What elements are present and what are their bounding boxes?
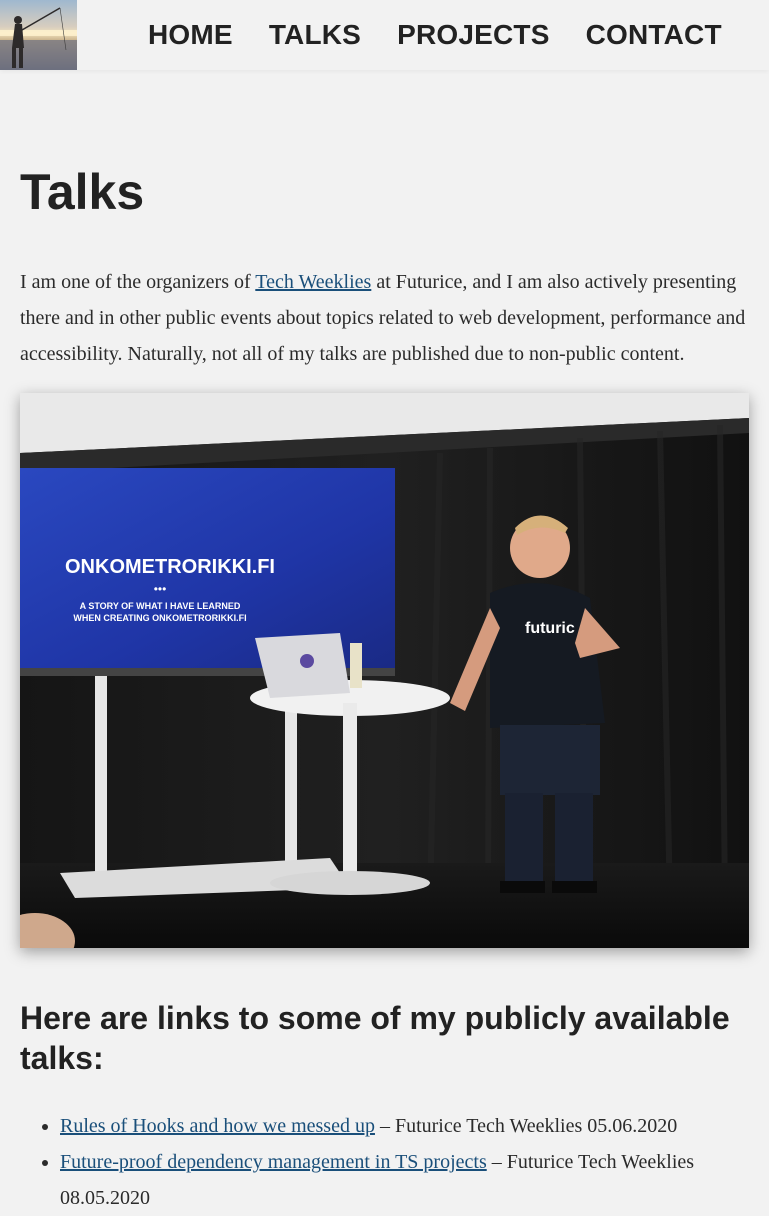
talk-meta: – Futurice Tech Weeklies 05.06.2020 (374, 1115, 678, 1137)
talk-link-dependency-management[interactable]: Future-proof dependency management in TS… (60, 1151, 487, 1173)
list-item: Future-proof dependency management in TS… (60, 1144, 769, 1216)
nav-home[interactable]: HOME (148, 19, 233, 51)
nav-projects[interactable]: PROJECTS (397, 19, 550, 51)
talks-list-heading: Here are links to some of my publicly av… (20, 1000, 730, 1076)
nav-talks[interactable]: TALKS (269, 19, 361, 51)
tech-weeklies-link[interactable]: Tech Weeklies (255, 271, 371, 293)
intro-text-before: I am one of the organizers of (20, 271, 256, 293)
nav-contact[interactable]: CONTACT (586, 19, 722, 51)
talk-photo: ONKOMETRORIKKI.FI ••• A STORY OF WHAT I … (20, 393, 749, 948)
main-nav: HOME TALKS PROJECTS CONTACT (130, 0, 740, 70)
site-logo[interactable] (0, 0, 77, 70)
main-content: Talks I am one of the organizers of Tech… (20, 150, 749, 1209)
talk-link-rules-of-hooks[interactable]: Rules of Hooks and how we messed up (60, 1115, 375, 1137)
page-title: Talks (20, 164, 145, 220)
screen-title: ONKOMETRORIKKI.FI (65, 556, 275, 578)
intro-paragraph: I am one of the organizers of Tech Weekl… (20, 264, 749, 372)
screen-subtitle-2: WHEN CREATING ONKOMETRORIKKI.FI (73, 613, 246, 623)
screen-dots: ••• (154, 582, 167, 596)
photo-illustration: ONKOMETRORIKKI.FI ••• A STORY OF WHAT I … (20, 393, 749, 948)
shirt-text: futuric (525, 620, 575, 637)
site-header: HOME TALKS PROJECTS CONTACT (0, 0, 769, 70)
screen-subtitle-1: A STORY OF WHAT I HAVE LEARNED (80, 601, 241, 611)
logo-image (0, 7, 77, 70)
list-item: Rules of Hooks and how we messed up – Fu… (60, 1108, 769, 1144)
